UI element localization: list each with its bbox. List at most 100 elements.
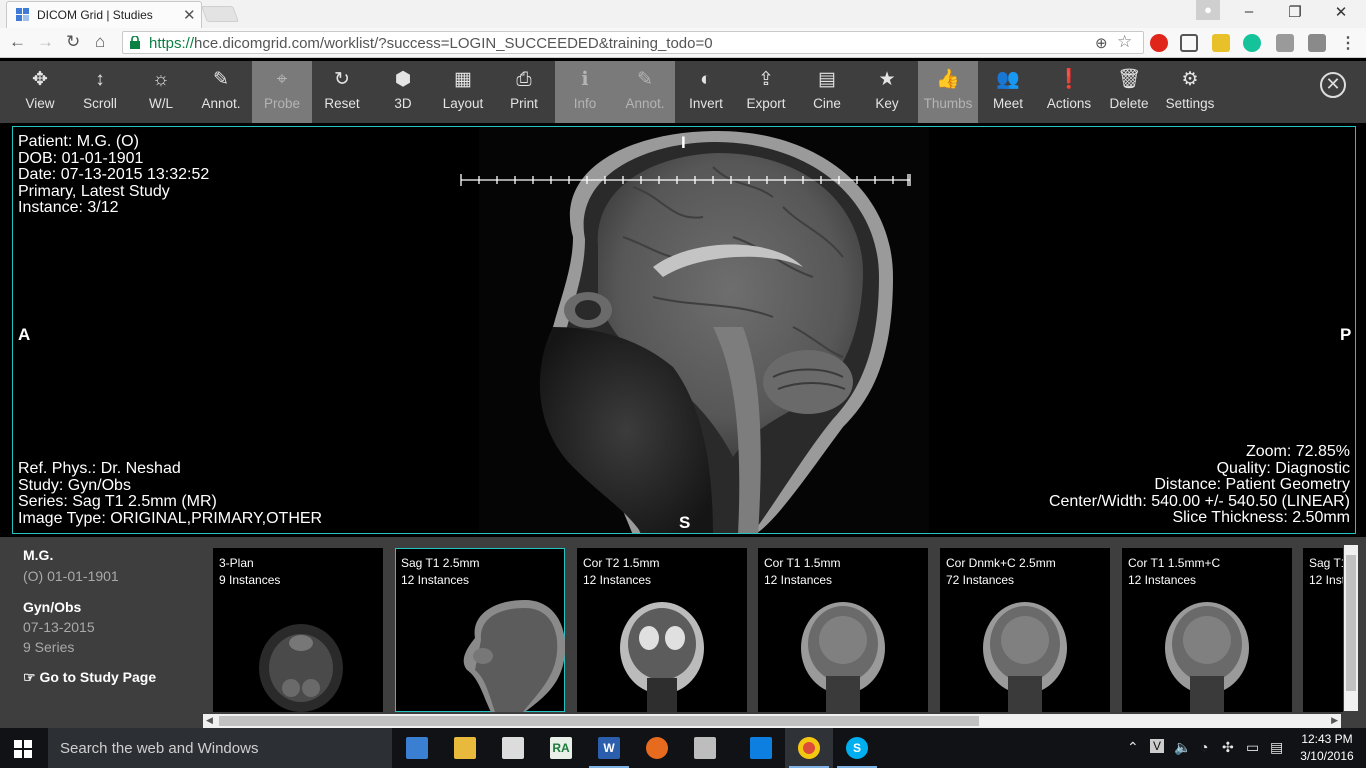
dropbox-tray-icon[interactable]: ✣ bbox=[1222, 739, 1234, 756]
tool-reset[interactable]: ↻ Reset bbox=[312, 61, 372, 123]
w-l-icon: ☼ bbox=[152, 69, 170, 90]
extension-icon[interactable] bbox=[1212, 34, 1230, 52]
tool-3d[interactable]: ⬢ 3D bbox=[373, 61, 433, 123]
tool-annot-2[interactable]: ✎ Annot. bbox=[615, 61, 675, 123]
tool-annot[interactable]: ✎ Annot. bbox=[191, 61, 251, 123]
volume-icon[interactable]: 🔈 bbox=[1174, 739, 1191, 756]
url-input[interactable]: https://hce.dicomgrid.com/worklist/?succ… bbox=[122, 31, 1144, 54]
dropbox-icon[interactable] bbox=[737, 728, 785, 768]
tool-view[interactable]: ✥ View bbox=[10, 61, 70, 123]
tool-thumbs[interactable]: 👍 Thumbs bbox=[918, 61, 978, 123]
word-icon[interactable]: W bbox=[585, 728, 633, 768]
tool-info[interactable]: ℹ Info bbox=[555, 61, 615, 123]
tool-label: Layout bbox=[442, 96, 484, 111]
series-name: Cor T1 1.5mm+C bbox=[1128, 556, 1221, 570]
patient-name: M.G. bbox=[23, 547, 54, 563]
browser-tab[interactable]: DICOM Grid | Studies ✕ bbox=[6, 1, 202, 28]
opera-extension-icon[interactable] bbox=[1150, 34, 1168, 52]
image-viewport[interactable]: Patient: M.G. (O) DOB: 01-01-1901 Date: … bbox=[12, 126, 1356, 534]
series-thumbnail[interactable]: Cor T1 1.5mm 12 Instances bbox=[758, 548, 928, 712]
tool-invert[interactable]: ◐ Invert bbox=[676, 61, 736, 123]
window-close-button[interactable]: ✕ bbox=[1326, 3, 1356, 21]
reload-icon[interactable]: ↻ bbox=[66, 32, 80, 52]
series-thumbnail[interactable]: Cor T2 1.5mm 12 Instances bbox=[577, 548, 747, 712]
tool-layout[interactable]: ▦ Layout bbox=[433, 61, 493, 123]
overlay-quality: Quality: Diagnostic bbox=[1216, 459, 1350, 477]
patient-detail: (O) 01-01-1901 bbox=[23, 568, 119, 584]
tray-app-icon[interactable]: V bbox=[1150, 739, 1165, 753]
ra-app-icon[interactable]: RA bbox=[537, 728, 585, 768]
series-thumbnail[interactable]: Cor Dnmk+C 2.5mm 72 Instances bbox=[940, 548, 1110, 712]
extension-icon-2[interactable] bbox=[1308, 34, 1326, 52]
tool-cine[interactable]: ▤ Cine bbox=[797, 61, 857, 123]
tool-label: Meet bbox=[992, 96, 1023, 111]
firefox-icon[interactable] bbox=[633, 728, 681, 768]
bookmark-star-icon[interactable]: ☆ bbox=[1117, 32, 1132, 52]
series-thumbnail[interactable]: Cor T1 1.5mm+C 12 Instances bbox=[1122, 548, 1292, 712]
tool-settings[interactable]: ⚙ Settings bbox=[1160, 61, 1220, 123]
print-icon: ⎙ bbox=[516, 69, 532, 90]
export-icon: ⇪ bbox=[758, 69, 774, 90]
tool-delete[interactable]: 🗑 Delete bbox=[1099, 61, 1159, 123]
tab-close-icon[interactable]: ✕ bbox=[183, 6, 196, 24]
tool-print[interactable]: ⎙ Print bbox=[494, 61, 554, 123]
zoom-icon[interactable]: ⊕ bbox=[1095, 34, 1108, 52]
series-thumbnail[interactable]: 3-Plan 9 Instances bbox=[213, 548, 383, 712]
overlay-distance: Distance: Patient Geometry bbox=[1154, 476, 1350, 493]
forward-arrow-icon[interactable]: → bbox=[37, 32, 54, 52]
back-arrow-icon[interactable]: ← bbox=[9, 32, 26, 52]
thumbnails-vertical-scrollbar[interactable] bbox=[1344, 545, 1358, 711]
task-view-icon[interactable] bbox=[393, 728, 441, 768]
file-explorer-icon[interactable] bbox=[441, 728, 489, 768]
user-profile-icon[interactable]: ● bbox=[1196, 0, 1220, 20]
series-instance-count: 12 Instances bbox=[583, 573, 652, 587]
tool-label: Cine bbox=[813, 96, 841, 111]
taskbar-clock[interactable]: 12:43 PM 3/10/2016 bbox=[1296, 731, 1358, 765]
minimize-button[interactable]: – bbox=[1234, 3, 1264, 20]
cast-icon[interactable] bbox=[1180, 34, 1198, 52]
delete-icon: 🗑 bbox=[1116, 69, 1142, 90]
clock-time: 12:43 PM bbox=[1301, 732, 1353, 746]
windows-start-icon[interactable] bbox=[14, 740, 32, 758]
skype-icon[interactable]: S bbox=[833, 728, 881, 768]
invert-icon: ◐ bbox=[700, 69, 712, 90]
study-date: 07-13-2015 bbox=[23, 619, 95, 635]
series-thumbnail[interactable]: Sag T1 12 Inst bbox=[1303, 548, 1343, 712]
overlay-ref-phys: Ref. Phys.: Dr. Neshad bbox=[18, 460, 181, 477]
wifi-icon[interactable]: ◔ bbox=[1200, 739, 1208, 755]
chrome-icon[interactable] bbox=[785, 728, 833, 768]
tray-chevron-icon[interactable]: ⌃ bbox=[1127, 739, 1139, 756]
store-icon[interactable] bbox=[489, 728, 537, 768]
puzzle-extension-icon[interactable] bbox=[1276, 34, 1294, 52]
tool-export[interactable]: ⇪ Export bbox=[736, 61, 796, 123]
study-name: Gyn/Obs bbox=[23, 599, 82, 615]
tool-label: Actions bbox=[1046, 96, 1092, 111]
series-thumbnails: 3-Plan 9 Instances Sag T1 2.5mm 12 Instance… bbox=[213, 548, 1343, 712]
go-to-study-link[interactable]: ☞ Go to Study Page bbox=[23, 669, 156, 686]
tool-actions[interactable]: ❗ Actions bbox=[1039, 61, 1099, 123]
printer-app-icon[interactable] bbox=[681, 728, 729, 768]
maximize-button[interactable]: ❐ bbox=[1280, 3, 1310, 21]
tool-w-l[interactable]: ☼ W/L bbox=[131, 61, 191, 123]
close-viewer-icon[interactable]: ✕ bbox=[1320, 72, 1346, 98]
action-center-icon[interactable]: ▤ bbox=[1270, 739, 1283, 756]
thumbnails-horizontal-scrollbar[interactable]: ◀ ▶ bbox=[203, 714, 1341, 728]
home-icon[interactable]: ⌂ bbox=[95, 32, 105, 52]
grammarly-icon[interactable] bbox=[1243, 34, 1261, 52]
go-to-study-label: Go to Study Page bbox=[39, 669, 157, 685]
menu-icon[interactable]: ⋮ bbox=[1340, 33, 1356, 53]
series-instance-count: 72 Instances bbox=[946, 573, 1015, 587]
tool-key[interactable]: ★ Key bbox=[857, 61, 917, 123]
dicomgrid-favicon-icon bbox=[16, 8, 30, 22]
tool-scroll[interactable]: ↕ Scroll bbox=[70, 61, 130, 123]
series-name: Cor Dnmk+C 2.5mm bbox=[946, 556, 1056, 570]
tool-probe[interactable]: ⌖ Probe bbox=[252, 61, 312, 123]
battery-icon[interactable]: ▭ bbox=[1246, 739, 1259, 756]
taskbar-search-input[interactable]: Search the web and Windows bbox=[48, 728, 392, 768]
tool-label: Info bbox=[573, 96, 597, 111]
series-thumbnail[interactable]: Sag T1 2.5mm 12 Instances bbox=[395, 548, 565, 712]
annot-icon: ✎ bbox=[213, 69, 229, 90]
new-tab-button[interactable] bbox=[201, 6, 239, 22]
overlay-image-type: Image Type: ORIGINAL,PRIMARY,OTHER bbox=[18, 509, 323, 527]
tool-meet[interactable]: 👥 Meet bbox=[978, 61, 1038, 123]
